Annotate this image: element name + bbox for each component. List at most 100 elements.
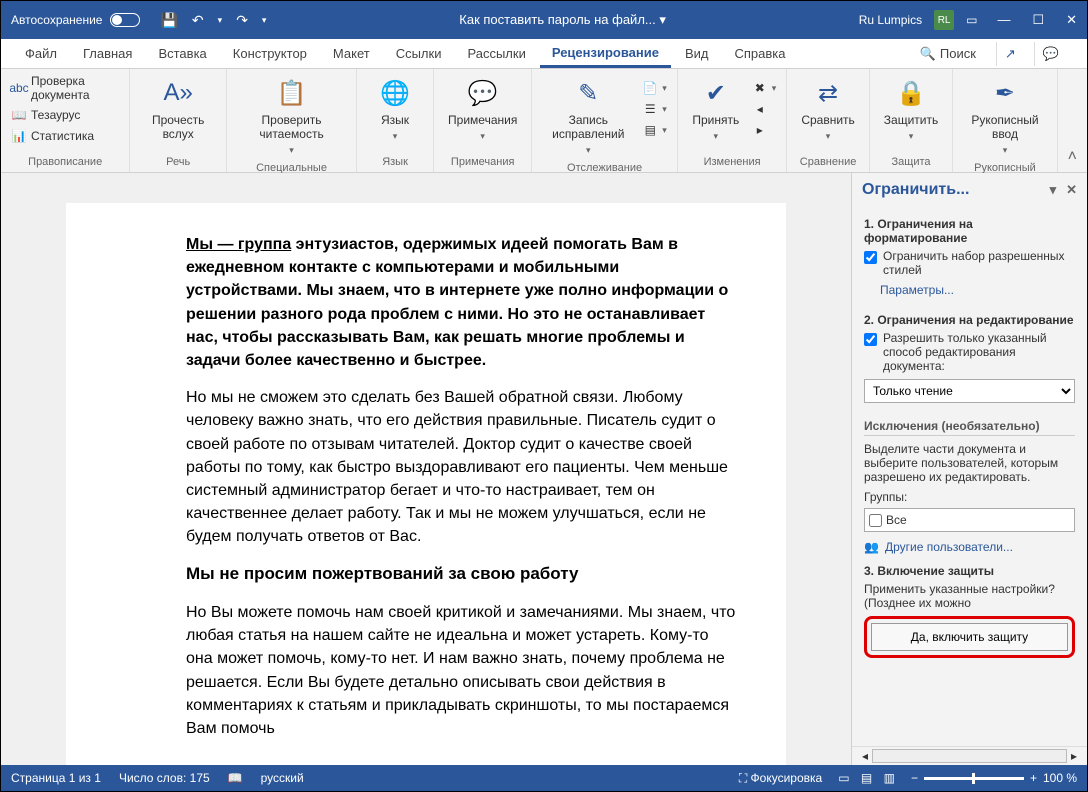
accept-button[interactable]: ✔ Принять bbox=[686, 73, 746, 146]
workspace: Мы — группа энтузиастов, одержимых идеей… bbox=[1, 173, 1087, 765]
exceptions-title: Исключения (необязательно) bbox=[864, 419, 1075, 436]
lock-icon: 🔒 bbox=[896, 77, 926, 109]
exceptions-text: Выделите части документа и выберите поль… bbox=[864, 442, 1075, 484]
abc-check-icon: abc bbox=[11, 80, 27, 96]
focus-mode[interactable]: ⛶ Фокусировка bbox=[739, 771, 822, 786]
group-label-compare: Сравнение bbox=[795, 154, 860, 170]
panel-close-icon[interactable]: ✕ bbox=[1066, 182, 1077, 198]
panel-menu-icon[interactable]: ▾ bbox=[1050, 182, 1057, 198]
language-indicator[interactable]: русский bbox=[261, 771, 304, 785]
panel-title: Ограничить... bbox=[862, 181, 969, 199]
link-my-gruppa[interactable]: Мы — группа bbox=[186, 236, 291, 253]
groups-list[interactable]: Все bbox=[864, 508, 1075, 532]
compare-button[interactable]: ⇄ Сравнить bbox=[795, 73, 860, 146]
page-indicator[interactable]: Страница 1 из 1 bbox=[11, 771, 101, 785]
share-icon[interactable]: ↗ bbox=[996, 42, 1024, 66]
document-page: Мы — группа энтузиастов, одержимых идеей… bbox=[66, 203, 786, 765]
read-aloud-button[interactable]: A» Прочесть вслух bbox=[138, 73, 218, 145]
tab-home[interactable]: Главная bbox=[71, 41, 144, 66]
doc-icon: 📄 bbox=[642, 80, 658, 96]
tab-help[interactable]: Справка bbox=[723, 41, 798, 66]
tab-layout[interactable]: Макет bbox=[321, 41, 382, 66]
protect-button[interactable]: 🔒 Защитить bbox=[878, 73, 944, 146]
allow-editing-input[interactable] bbox=[864, 333, 877, 346]
stats-button[interactable]: 📊Статистика bbox=[9, 127, 121, 145]
tab-mailings[interactable]: Рассылки bbox=[455, 41, 537, 66]
allow-editing-checkbox[interactable]: Разрешить только указанный способ редакт… bbox=[864, 331, 1075, 373]
show-markup-dd[interactable]: ☰ bbox=[640, 100, 669, 118]
user-name[interactable]: Ru Lumpics bbox=[859, 13, 922, 27]
accessibility-icon: 📋 bbox=[277, 77, 307, 109]
section-3-title: 3. Включение защиты bbox=[864, 564, 1075, 578]
spellcheck-button[interactable]: abcПроверка документа bbox=[9, 73, 121, 103]
panel-hscroll[interactable]: ◂ ▸ bbox=[852, 746, 1087, 765]
heading-donations: Мы не просим пожертвований за свою работ… bbox=[186, 562, 736, 587]
track-changes-button[interactable]: ✎ Запись исправлений bbox=[540, 73, 636, 160]
document-area[interactable]: Мы — группа энтузиастов, одержимых идеей… bbox=[1, 173, 851, 765]
status-bar: Страница 1 из 1 Число слов: 175 📖 русски… bbox=[1, 765, 1087, 791]
document-title[interactable]: Как поставить пароль на файл... ▾ bbox=[266, 12, 858, 28]
section-3-text: Применить указанные настройки? (Позднее … bbox=[864, 582, 1075, 610]
tab-insert[interactable]: Вставка bbox=[146, 41, 218, 66]
enable-protection-highlight: Да, включить защиту bbox=[864, 616, 1075, 658]
spellcheck-status-icon[interactable]: 📖 bbox=[228, 771, 243, 785]
scroll-left-icon[interactable]: ◂ bbox=[862, 749, 868, 763]
group-all-input[interactable] bbox=[869, 514, 882, 527]
ribbon-mode-icon[interactable]: ▭ bbox=[966, 13, 977, 27]
zoom-slider[interactable] bbox=[924, 777, 1024, 780]
thesaurus-icon: 📖 bbox=[11, 107, 27, 123]
groups-label: Группы: bbox=[864, 490, 1075, 504]
reject-button[interactable]: ✖ bbox=[750, 79, 779, 97]
save-icon[interactable]: 💾 bbox=[160, 12, 177, 29]
more-users-link[interactable]: 👥 Другие пользователи... bbox=[864, 540, 1075, 554]
paragraph-1: Мы — группа энтузиастов, одержимых идеей… bbox=[186, 233, 736, 372]
word-count[interactable]: Число слов: 175 bbox=[119, 771, 210, 785]
thesaurus-button[interactable]: 📖Тезаурус bbox=[9, 106, 121, 124]
group-all-checkbox[interactable]: Все bbox=[869, 513, 1070, 527]
comments-icon[interactable]: 💬 bbox=[1034, 42, 1067, 66]
minimize-button[interactable]: — bbox=[997, 12, 1010, 28]
view-switcher: ▭ ▤ ▥ bbox=[834, 771, 899, 785]
check-accessibility-button[interactable]: 📋 Проверить читаемость bbox=[235, 73, 348, 160]
ink-button[interactable]: ✒ Рукописный ввод bbox=[961, 73, 1048, 160]
search-input[interactable]: 🔍 Поиск bbox=[920, 46, 976, 62]
zoom-level[interactable]: 100 % bbox=[1043, 771, 1077, 785]
comments-button[interactable]: 💬 Примечания bbox=[442, 73, 523, 146]
tab-design[interactable]: Конструктор bbox=[221, 41, 319, 66]
undo-dd-icon[interactable]: ▾ bbox=[218, 15, 223, 26]
ribbon: abcПроверка документа 📖Тезаурус 📊Статист… bbox=[1, 69, 1087, 173]
close-button[interactable]: ✕ bbox=[1066, 12, 1077, 28]
settings-link[interactable]: Параметры... bbox=[880, 283, 954, 297]
scroll-right-icon[interactable]: ▸ bbox=[1071, 749, 1077, 763]
group-label-protect: Защита bbox=[878, 154, 944, 170]
user-avatar[interactable]: RL bbox=[934, 10, 954, 30]
print-layout-icon[interactable]: ▤ bbox=[857, 771, 876, 785]
ribbon-tabs: Файл Главная Вставка Конструктор Макет С… bbox=[1, 39, 1087, 69]
read-aloud-icon: A» bbox=[164, 77, 193, 109]
reviewing-pane-dd[interactable]: ▤ bbox=[640, 121, 669, 139]
language-button[interactable]: 🌐 Язык bbox=[365, 73, 425, 146]
enable-protection-button[interactable]: Да, включить защиту bbox=[871, 623, 1068, 651]
maximize-button[interactable]: ☐ bbox=[1032, 12, 1044, 28]
search-icon: 🔍 bbox=[920, 46, 936, 62]
undo-icon[interactable]: ↶ bbox=[192, 12, 204, 29]
limit-formatting-checkbox[interactable]: Ограничить набор разрешенных стилей bbox=[864, 249, 1075, 277]
tab-file[interactable]: Файл bbox=[13, 41, 69, 66]
autosave-toggle[interactable] bbox=[110, 13, 140, 27]
web-layout-icon[interactable]: ▥ bbox=[880, 771, 899, 785]
read-mode-icon[interactable]: ▭ bbox=[834, 771, 853, 785]
display-review-dd[interactable]: 📄 bbox=[640, 79, 669, 97]
ink-icon: ✒ bbox=[995, 77, 1015, 109]
zoom-in-button[interactable]: + bbox=[1030, 771, 1037, 785]
redo-icon[interactable]: ↷ bbox=[236, 12, 248, 29]
zoom-out-button[interactable]: − bbox=[911, 771, 918, 785]
tab-review[interactable]: Рецензирование bbox=[540, 40, 671, 68]
tab-view[interactable]: Вид bbox=[673, 41, 721, 66]
editing-type-select[interactable]: Только чтение bbox=[864, 379, 1075, 403]
accept-icon: ✔ bbox=[706, 77, 726, 109]
collapse-ribbon-button[interactable]: ˄ bbox=[1058, 142, 1087, 172]
next-change-button[interactable]: ▸ bbox=[750, 121, 779, 139]
limit-formatting-input[interactable] bbox=[864, 251, 877, 264]
prev-change-button[interactable]: ◂ bbox=[750, 100, 779, 118]
tab-references[interactable]: Ссылки bbox=[384, 41, 454, 66]
